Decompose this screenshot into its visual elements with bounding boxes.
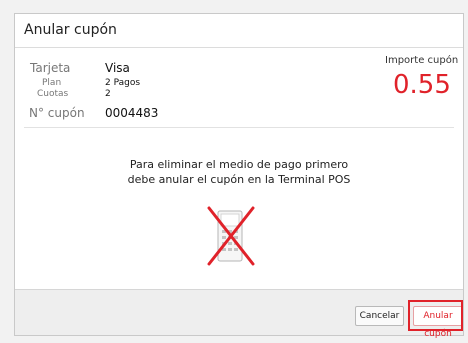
importe-value: 0.55 <box>393 70 451 100</box>
cuotas-value: 2 <box>105 89 111 99</box>
anular-cupon-dialog: Anular cupón Tarjeta Visa Plan 2 Pagos C… <box>14 13 464 339</box>
cupon-value: 0004483 <box>105 106 159 120</box>
plan-value: 2 Pagos <box>105 78 141 88</box>
info-divider <box>24 127 454 128</box>
tarjeta-value: Visa <box>105 61 130 75</box>
tarjeta-label: Tarjeta <box>30 61 71 75</box>
anular-cupon-button[interactable]: Anular cupón <box>413 306 463 339</box>
importe-label: Importe cupón <box>385 55 459 66</box>
cuotas-label: Cuotas <box>37 89 69 99</box>
dialog-title: Anular cupón <box>24 22 117 38</box>
dialog-footer: Cancelar Anular cupón <box>15 289 463 339</box>
cupon-label: N° cupón <box>29 106 85 120</box>
pos-terminal-cancelled-icon <box>206 205 256 267</box>
message-line-1: Para eliminar el medio de pago primero <box>129 158 349 171</box>
instruction-message: Para eliminar el medio de pago primero d… <box>15 157 463 187</box>
message-line-2: debe anular el cupón en la Terminal POS <box>127 173 351 186</box>
plan-label: Plan <box>42 78 62 88</box>
title-divider <box>15 47 463 48</box>
cancel-button[interactable]: Cancelar <box>355 306 404 326</box>
